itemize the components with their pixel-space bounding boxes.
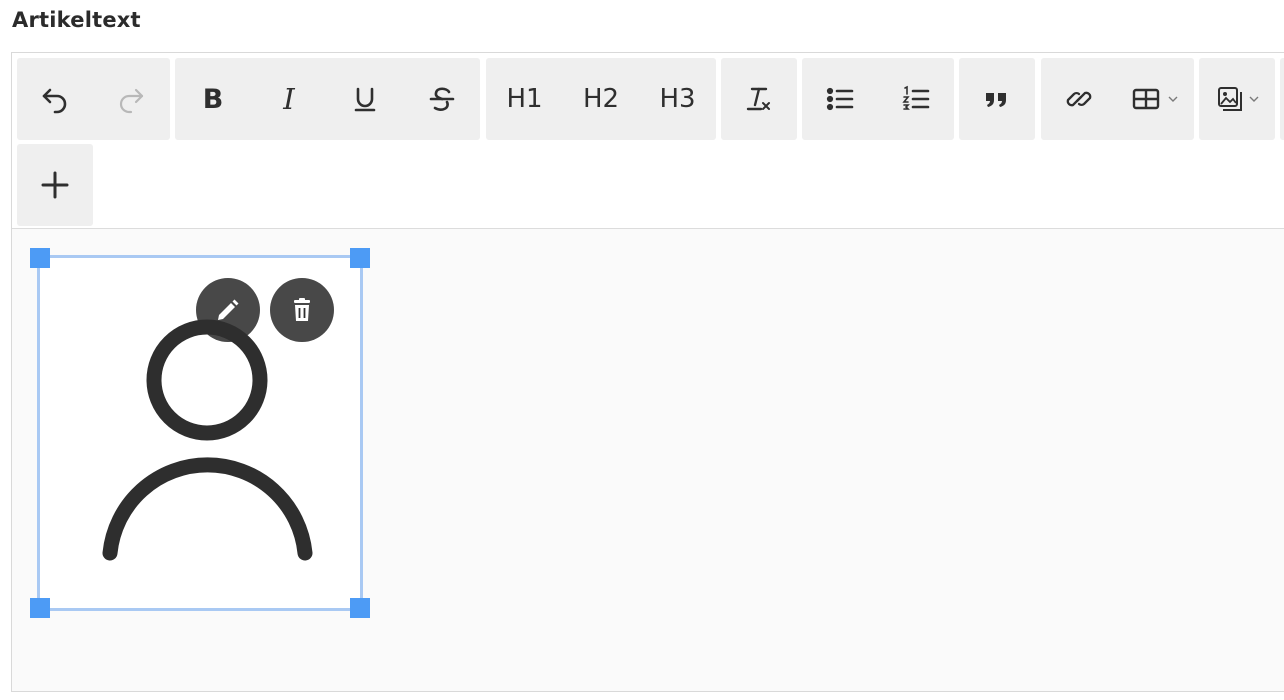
clear-format-icon (746, 87, 770, 111)
bold-button[interactable]: B (175, 58, 251, 140)
underline-icon (354, 87, 376, 112)
editor-content[interactable] (12, 230, 1284, 700)
image-block[interactable] (30, 248, 370, 618)
heading-2-button[interactable]: H2 (563, 58, 639, 140)
toolbar-group-add (17, 144, 93, 226)
toolbar-group-overflow (1280, 58, 1284, 140)
resize-handle-bottom-left[interactable] (30, 598, 50, 618)
toolbar-group-lists (802, 58, 954, 140)
table-button[interactable] (1117, 58, 1194, 140)
rich-text-editor: B I H1 H2 H3 (11, 52, 1284, 692)
trash-icon (294, 298, 310, 321)
italic-button[interactable]: I (251, 58, 327, 140)
toolbar-group-insert (1041, 58, 1194, 140)
toolbar-group-clear (721, 58, 797, 140)
heading-1-button[interactable]: H1 (486, 58, 563, 140)
toolbar-group-image (1199, 58, 1275, 140)
toolbar-group-headings: H1 H2 H3 (486, 58, 716, 140)
edit-image-button[interactable] (196, 278, 260, 342)
chevron-down-icon (1168, 96, 1178, 102)
toolbar-group-quote (959, 58, 1035, 140)
clear-format-button[interactable] (721, 58, 797, 140)
underline-button[interactable] (327, 58, 403, 140)
bulleted-list-icon (826, 87, 854, 111)
table-icon (1132, 88, 1160, 110)
blockquote-button[interactable] (959, 58, 1035, 140)
link-icon (1066, 91, 1092, 107)
delete-image-button[interactable] (270, 278, 334, 342)
field-label: Artikeltext (12, 8, 141, 32)
resize-handle-top-right[interactable] (350, 248, 370, 268)
chevron-down-icon (1249, 96, 1258, 102)
image-icon (1217, 87, 1242, 111)
plus-icon (41, 171, 69, 199)
redo-icon (119, 88, 144, 114)
heading-3-button[interactable]: H3 (639, 58, 716, 140)
add-block-button[interactable] (17, 144, 93, 226)
toolbar-group-text-style: B I (175, 58, 480, 140)
numbered-list-button[interactable] (878, 58, 954, 140)
toolbar-group-history (17, 58, 170, 140)
link-button[interactable] (1041, 58, 1117, 140)
bulleted-list-button[interactable] (802, 58, 878, 140)
undo-button[interactable] (17, 58, 93, 140)
resize-handle-bottom-right[interactable] (350, 598, 370, 618)
numbered-list-icon (902, 85, 930, 110)
resize-handle-top-left[interactable] (30, 248, 50, 268)
strikethrough-button[interactable] (403, 58, 480, 140)
redo-button[interactable] (93, 58, 169, 140)
image-button[interactable] (1199, 58, 1275, 140)
pencil-icon (218, 299, 239, 320)
strikethrough-icon (429, 87, 454, 111)
editor-toolbar: B I H1 H2 H3 (12, 53, 1284, 229)
undo-icon (42, 88, 67, 114)
quote-icon (986, 93, 1006, 107)
